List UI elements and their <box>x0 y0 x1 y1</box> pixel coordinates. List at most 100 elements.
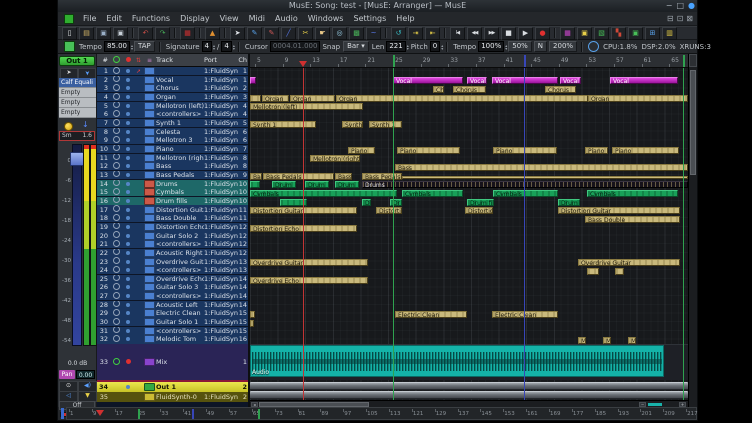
record-arm-button[interactable] <box>110 240 122 248</box>
track-channel[interactable]: 13 <box>238 258 248 266</box>
part-unnamed[interactable] <box>615 268 624 275</box>
record-arm-button[interactable] <box>110 257 122 265</box>
mute-button[interactable] <box>122 358 134 366</box>
menu-edit[interactable]: Edit <box>101 13 127 25</box>
track-row-1[interactable]: 1➚1:FluidSyn1 <box>97 67 248 75</box>
part-overdrive-guitar[interactable]: Overdrive Guitar <box>250 259 368 266</box>
part-vocal[interactable]: Vocal <box>467 77 487 84</box>
track-row-5[interactable]: 5Mellotron (left)1:FluidSyn4 <box>97 102 248 110</box>
track-channel[interactable]: 16 <box>238 335 248 343</box>
track-row-34[interactable]: 34Out 12 <box>97 382 248 392</box>
punch-out-button[interactable]: ⇤ <box>425 27 440 40</box>
part-bass-pedals[interactable]: Bass Pedals <box>263 173 334 180</box>
timeline-ruler[interactable]: 591317212529333741454953576165 <box>250 54 688 68</box>
track-channel[interactable]: 10 <box>238 188 248 196</box>
track-channel[interactable]: 11 <box>238 214 248 222</box>
part-cymbals[interactable]: Cymbals <box>402 190 463 197</box>
mute-button[interactable] <box>122 249 134 257</box>
vertical-scrollbar[interactable] <box>688 54 697 407</box>
track-port[interactable]: 1:FluidSyn <box>204 67 238 75</box>
record-arm-button[interactable] <box>110 188 122 196</box>
track-row-12[interactable]: 12Bass1:FluidSyn8 <box>97 162 248 170</box>
track-port[interactable]: 1:FluidSyn <box>204 154 238 162</box>
len-spinbox[interactable]: 221 <box>386 41 405 52</box>
save-song-button[interactable]: ▣ <box>96 27 111 40</box>
mute-button[interactable] <box>122 318 134 326</box>
mute-button[interactable] <box>122 206 134 214</box>
pan-tool-button[interactable]: ☛ <box>315 27 330 40</box>
track-channel[interactable]: 12 <box>238 249 248 257</box>
part-chorus[interactable]: Chorus <box>545 86 576 93</box>
scissors-tool-button[interactable]: ✂ <box>298 27 313 40</box>
mute-button[interactable] <box>122 102 134 110</box>
forward-button[interactable]: ▶▶ <box>484 27 499 40</box>
marker-tick[interactable] <box>393 55 395 67</box>
track-row-7[interactable]: 7Synth 11:FluidSyn5 <box>97 119 248 127</box>
record-arm-button[interactable] <box>110 67 122 75</box>
menu-settings[interactable]: Settings <box>348 13 391 25</box>
mute-button[interactable] <box>122 266 134 274</box>
track-port[interactable]: 1:FluidSyn <box>204 136 238 144</box>
part-unnamed[interactable] <box>250 95 261 102</box>
track-row-25[interactable]: 25Overdrive Echo1:FluidSyn14 <box>97 275 248 283</box>
arrow-down-icon[interactable]: ↓ <box>82 120 89 129</box>
track-port[interactable]: 1:FluidSyn <box>204 223 238 231</box>
part-dr[interactable]: Dr <box>390 199 402 206</box>
paint-tool-button[interactable]: ▩ <box>349 27 364 40</box>
track-channel[interactable]: 12 <box>238 223 248 231</box>
mute-button[interactable] <box>122 128 134 136</box>
record-arm-button[interactable] <box>110 154 122 162</box>
part-vocal[interactable]: Vocal <box>492 77 558 84</box>
tempo-normal-button[interactable]: N <box>534 41 547 52</box>
rack-slot-4[interactable]: Empty <box>59 108 96 118</box>
track-channel[interactable]: 8 <box>238 162 248 170</box>
track-port[interactable]: 1:FluidSyn <box>204 128 238 136</box>
class-column-icon[interactable]: ≡ <box>143 57 156 64</box>
part-bass[interactable]: Bass <box>395 164 688 171</box>
part-unnamed[interactable] <box>402 176 688 179</box>
curve-tool-button[interactable]: ~ <box>366 27 381 40</box>
part-vocal[interactable]: Vocal <box>560 77 581 84</box>
record-arm-button[interactable] <box>110 205 122 213</box>
mute-button[interactable] <box>122 258 134 266</box>
header-number[interactable]: # <box>97 56 110 64</box>
punch-grid-button[interactable]: ▦ <box>180 27 195 40</box>
track-channel[interactable]: 14 <box>238 283 248 291</box>
track-channel[interactable]: 4 <box>238 110 248 118</box>
part-dr[interactable]: Dr <box>362 199 371 206</box>
part-bass[interactable]: Bass <box>335 173 352 180</box>
track-port[interactable]: 1:FluidSyn <box>204 76 238 84</box>
track-channel[interactable]: 12 <box>238 232 248 240</box>
spinner-icon[interactable] <box>213 44 215 50</box>
menu-view[interactable]: View <box>215 13 244 25</box>
mute-button[interactable] <box>122 327 134 335</box>
mute-button[interactable] <box>122 180 134 188</box>
mute-button[interactable] <box>122 223 134 231</box>
track-port[interactable]: 1:FluidSyn <box>204 301 238 309</box>
pitch-spinbox[interactable]: 0 <box>430 41 440 52</box>
line-tool-button[interactable]: ╱ <box>281 27 296 40</box>
synth-track-lane[interactable] <box>250 391 688 399</box>
part-drums[interactable]: Drums <box>362 181 688 188</box>
part-electric-clean[interactable]: Electric Clean <box>492 311 558 318</box>
track-row-20[interactable]: 20Guitar Solo 21:FluidSyn12 <box>97 231 248 239</box>
title-bar[interactable]: MusE: Song: test - [MusE: Arranger] — Mu… <box>58 0 697 12</box>
part-synth-1[interactable]: Synth 1 <box>250 121 316 128</box>
track-row-19[interactable]: 19Distortion Echo1:FluidSyn12 <box>97 223 248 231</box>
record-arm-button[interactable] <box>110 110 122 118</box>
goto-start-button[interactable]: I◀ <box>450 27 465 40</box>
track-row-6[interactable]: 6<controllers>1:FluidSyn4 <box>97 110 248 118</box>
part-piano[interactable]: Piano <box>397 147 460 154</box>
punch-in-button[interactable]: ⇥ <box>408 27 423 40</box>
track-channel[interactable]: 6 <box>238 136 248 144</box>
menu-audio[interactable]: Audio <box>270 13 303 25</box>
part-distortion[interactable]: Distortion <box>376 207 402 214</box>
record-arm-button[interactable] <box>110 119 122 127</box>
mute-button[interactable] <box>122 162 134 170</box>
record-arm-button[interactable] <box>110 145 122 153</box>
track-row-10[interactable]: 10Piano1:FluidSyn7 <box>97 145 248 153</box>
track-port[interactable]: 1:FluidSyn <box>204 102 238 110</box>
track-channel[interactable]: 10 <box>238 180 248 188</box>
track-channel[interactable]: 9 <box>238 171 248 179</box>
mixer1-window-button[interactable]: ▦ <box>560 27 575 40</box>
